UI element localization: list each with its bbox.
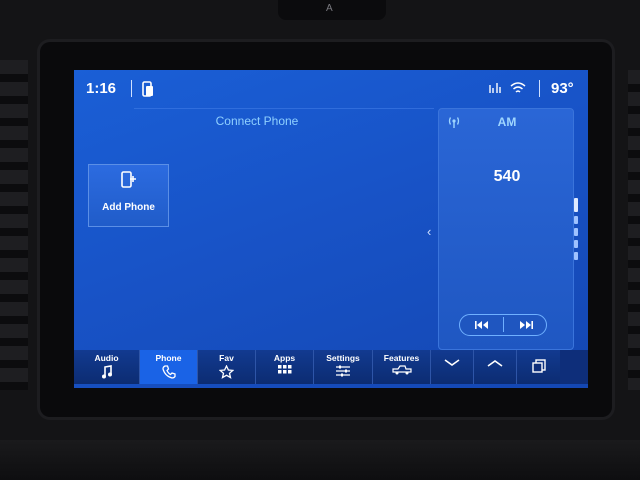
status-bar: 1:16 93° [74,70,588,106]
page-title: Connect Phone [215,114,299,128]
right-air-vent [628,70,640,390]
status-divider [131,80,132,97]
nav-fav[interactable]: Fav [198,350,256,384]
dashboard-trim [0,440,640,480]
multi-window-button[interactable] [517,350,560,384]
seek-forward-icon [519,320,533,329]
panel-scroll-indicator[interactable] [574,198,578,266]
sliders-icon [314,365,372,377]
chevron-down-icon [431,359,473,367]
phone-icon [140,365,197,379]
nav-fav-label: Fav [219,353,234,363]
bottom-nav: Audio Phone Fav Apps Settings Features [74,350,588,384]
nav-settings[interactable]: Settings [314,350,373,384]
nav-audio[interactable]: Audio [74,350,140,384]
nav-features[interactable]: Features [373,350,431,384]
wifi-icon [510,81,526,100]
truck-icon [373,365,430,375]
scroll-down-button[interactable] [431,350,474,384]
nav-features-label: Features [383,353,420,363]
add-phone-icon [121,171,137,194]
panel-collapse-chevron-icon[interactable]: ‹ [427,224,431,239]
radio-band: AM [497,115,517,129]
nav-phone[interactable]: Phone [140,350,198,384]
phone-status-icon [142,81,154,102]
outside-temperature: 93° [551,80,574,97]
seek-forward-button[interactable] [504,315,547,334]
seek-back-button[interactable] [460,315,503,334]
nav-audio-label: Audio [94,353,119,363]
grid-icon [256,365,313,377]
left-air-vent [0,60,28,390]
scroll-up-button[interactable] [474,350,517,384]
nav-apps-label: Apps [273,353,296,363]
seek-controls [459,314,547,336]
add-phone-label: Add Phone [102,202,155,213]
status-divider [539,80,540,97]
camera-symbol: A [326,3,333,14]
music-note-icon [74,365,139,379]
nav-phone-label: Phone [155,353,182,363]
seek-back-icon [474,320,488,329]
star-icon [198,365,255,379]
clock: 1:16 [86,80,117,97]
nav-settings-label: Settings [326,353,360,363]
radio-panel[interactable]: AM 540 [438,108,574,350]
signal-icon [488,81,502,100]
infotainment-screen: 1:16 93° Connect Phone Add Phone ‹ AM 54… [74,70,588,388]
chevron-up-icon [474,359,516,367]
header-divider [134,108,434,109]
add-phone-button[interactable]: Add Phone [88,164,169,227]
radio-frequency: 540 [493,168,521,185]
nav-apps[interactable]: Apps [256,350,314,384]
pages-icon [517,359,560,373]
